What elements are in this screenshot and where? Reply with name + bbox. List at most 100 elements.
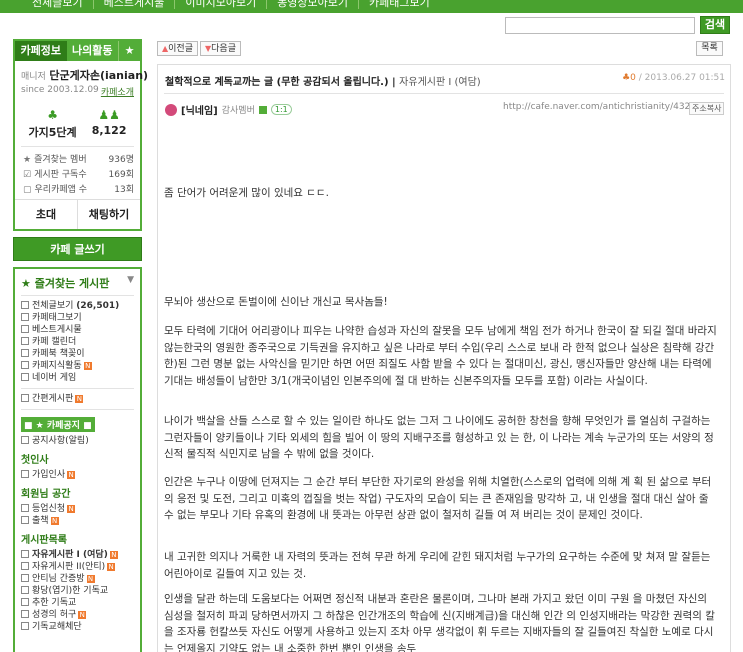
star-icon[interactable]: ★ xyxy=(118,41,140,61)
count-value: 13회 xyxy=(114,185,134,195)
menu-item-label: 카페태그보기 xyxy=(32,313,82,323)
notice-title-label: 카페공지 xyxy=(46,421,80,431)
count-row: ★ 즐겨찾는 멤버 936명 xyxy=(23,153,134,168)
manager-label: 매니저 xyxy=(21,72,46,82)
menu-item-best[interactable]: 베스트게시물 xyxy=(21,324,134,336)
tab-my-activity[interactable]: 나의활동 xyxy=(67,41,119,61)
post-url[interactable]: http://cafe.naver.com/antichristianity/4… xyxy=(503,102,702,112)
group-label-greeting: 첫인사 xyxy=(21,455,49,466)
favorite-boards-label: 즐겨찾는 게시판 xyxy=(34,277,110,290)
menu-item-label: 자유게시판 I (여담) xyxy=(32,550,108,560)
new-badge-icon: N xyxy=(67,505,76,513)
search-button[interactable]: 검색 xyxy=(700,16,730,34)
count-label: 우리카페앱 수 xyxy=(34,185,88,195)
cafe-counts: ★ 즐겨찾는 멤버 936명 ☑ 게시판 구독수 169회 ▢ 우리카페앱 수 13회 xyxy=(15,147,140,198)
tab-all-posts[interactable]: 전체글보기 xyxy=(22,0,94,9)
menu-item-label: 등업신청 xyxy=(32,504,66,514)
tab-videos[interactable]: 동영상모아보기 xyxy=(267,0,360,9)
like-icon[interactable]: ♣0 xyxy=(622,73,636,83)
cafe-intro-link[interactable]: 카페소개 xyxy=(101,85,134,98)
manager-name[interactable]: 단군게자손(ianian) xyxy=(49,69,148,82)
menu-item-join-greeting[interactable]: 가입인사 N xyxy=(21,469,134,481)
count-value: 169회 xyxy=(108,170,134,180)
menu-item-bible-fiction[interactable]: 성경의 허구 N xyxy=(21,609,134,621)
menu-item-simple-board[interactable]: 간편게시판 N xyxy=(21,393,134,405)
tab-images[interactable]: 이미지모아보기 xyxy=(175,0,268,9)
menu-item-free-board-2[interactable]: 자유게시판 II(안티) N xyxy=(21,561,134,573)
board-icon xyxy=(21,436,29,444)
menu-item-label: 카페 캘린더 xyxy=(32,337,77,347)
next-post-button[interactable]: ▼다음글 xyxy=(200,41,241,56)
book-icon xyxy=(21,349,29,357)
post-date: 2013.06.27 01:51 xyxy=(644,73,725,83)
write-post-button[interactable]: 카페 글쓰기 xyxy=(13,237,142,261)
since-row: since 2003.12.09 카페소개 xyxy=(15,83,140,100)
menu-item-label: 추한 기독교 xyxy=(32,598,77,608)
board-icon xyxy=(21,313,29,321)
menu-item-all-posts[interactable]: 전체글보기 (26,501) xyxy=(21,300,134,312)
tab-tags[interactable]: 카페태그보기 xyxy=(359,0,440,9)
cafe-stats: ♣ 가지5단계 ♟♟ 8,122 xyxy=(21,100,134,147)
post-paragraph: 나이가 백살을 산들 스스로 할 수 있는 일이란 하나도 없는 그저 그 나이… xyxy=(164,415,714,460)
menu-item-label: 기독교해체단 xyxy=(32,622,82,632)
new-badge-icon: N xyxy=(86,575,95,583)
member-stat[interactable]: ♟♟ 8,122 xyxy=(92,108,127,140)
menu-item-level-up[interactable]: 등업신청 N xyxy=(21,503,134,515)
board-icon xyxy=(21,598,29,606)
board-icon xyxy=(21,586,29,594)
menu-item-knowledge[interactable]: 카페지식활동 N xyxy=(21,360,134,372)
board-icon xyxy=(21,622,29,630)
post-container: 철학적으로 계독교까는 글 (무한 공감되서 올립니다.) | 자유게시판 I … xyxy=(157,64,731,652)
menu-item-dismantle[interactable]: 기독교해체단 xyxy=(21,621,134,633)
post-board-link[interactable]: 자유게시판 I (여담) xyxy=(399,77,481,88)
menu-item-testimony[interactable]: 안티님 간증방 N xyxy=(21,573,134,585)
tab-cafe-info[interactable]: 카페정보 xyxy=(15,41,67,61)
chevron-down-icon[interactable]: ▼ xyxy=(127,275,134,285)
menu-item-calendar[interactable]: 카페 캘린더 xyxy=(21,336,134,348)
avatar[interactable] xyxy=(165,103,177,116)
list-button[interactable]: 목록 xyxy=(696,41,723,56)
menu-item-label: 공지사항(알림) xyxy=(32,436,89,446)
group-label-member-space: 회원님 공간 xyxy=(21,489,71,500)
menu-item-bizarre[interactable]: 황당(엽기)한 기독교 xyxy=(21,585,134,597)
divider xyxy=(21,409,134,410)
prev-post-label: 이전글 xyxy=(168,44,193,54)
menu-item-label: 전체글보기 xyxy=(32,301,74,311)
chat-button[interactable]: 채팅하기 xyxy=(78,200,140,229)
post-meta: ♣0 / 2013.06.27 01:51 xyxy=(622,73,725,83)
menu-item-label: 안티님 간증방 xyxy=(32,574,85,584)
menu-item-notice[interactable]: 공지사항(알림) xyxy=(21,435,134,447)
next-post-label: 다음글 xyxy=(211,44,236,54)
menu-item-ugly[interactable]: 추한 기독교 xyxy=(21,597,134,609)
talk-button[interactable]: 1:1 xyxy=(270,104,292,115)
new-badge-icon: N xyxy=(75,395,84,403)
divider xyxy=(21,388,134,389)
edit-icon xyxy=(21,394,29,402)
notice-title: ■ ★ 카페공지 ■ xyxy=(21,417,95,432)
copy-url-button[interactable]: 주소복사 xyxy=(689,102,725,115)
post-paragraph: 인간은 누구나 이땅에 던져지는 그 순간 부터 부단한 자기로의 완성을 위해… xyxy=(164,476,712,521)
board-icon xyxy=(21,574,29,582)
new-badge-icon: N xyxy=(109,551,118,559)
post-paragraph: 내 고귀한 의지나 거룩한 내 자력의 뜻과는 전혀 무관 하게 우리에 갇힌 … xyxy=(164,551,711,580)
menu-item-attendance[interactable]: 출책 N xyxy=(21,515,134,527)
menu-item-game[interactable]: 네이버 게임 xyxy=(21,372,134,384)
menu-item-label: 출책 xyxy=(32,516,49,526)
search-input[interactable] xyxy=(505,17,695,34)
menu-item-label: 카페지식활동 xyxy=(32,361,82,371)
count-row: ▢ 우리카페앱 수 13회 xyxy=(23,183,134,198)
new-badge-icon: N xyxy=(50,517,59,525)
prev-post-button[interactable]: ▲이전글 xyxy=(157,41,198,56)
cafe-action-buttons: 초대 채팅하기 xyxy=(15,199,140,229)
menu-item-bookshelf[interactable]: 카페북 책꽂이 xyxy=(21,348,134,360)
author-nick[interactable]: [닉네임] xyxy=(181,102,218,117)
tab-best-posts[interactable]: 베스트게시물 xyxy=(94,0,176,9)
total-count: (26,501) xyxy=(76,301,120,311)
favorite-boards-title[interactable]: ★ 즐겨찾는 게시판 ▼ xyxy=(21,273,134,296)
invite-button[interactable]: 초대 xyxy=(15,200,78,229)
menu-item-label: 카페북 책꽂이 xyxy=(32,349,85,359)
menu-item-free-board-1[interactable]: 자유게시판 I (여담) N xyxy=(21,549,134,561)
post-paragraph: 인생을 달관 하는데 도움보다는 어쩌면 정신적 내분과 혼란은 물론이며, 그… xyxy=(164,593,715,652)
menu-item-tags[interactable]: 카페태그보기 xyxy=(21,312,134,324)
new-badge-icon: N xyxy=(78,611,87,619)
